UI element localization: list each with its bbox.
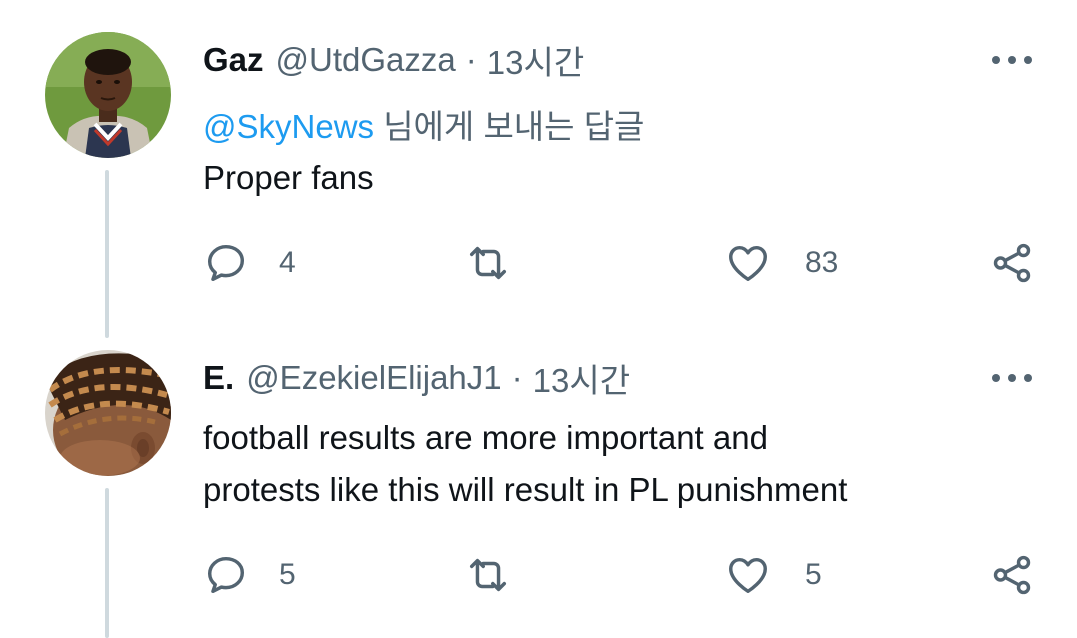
reply-button[interactable]: 4 [203,238,296,288]
like-count: 5 [805,558,822,591]
avatar[interactable] [45,350,171,476]
tweet-actions: 5 5 [203,550,1043,600]
share-icon [993,555,1031,595]
tweet-text-line: football results are more important and [203,419,768,456]
reply-context: @SkyNews 님에게 보내는 답글 [203,100,644,148]
timestamp[interactable]: 13시간 [487,36,584,84]
share-button[interactable] [989,238,1035,288]
tweet-text: Proper fans [203,152,374,204]
tweet-text: football results are more important and … [203,412,847,516]
separator: · [511,359,523,396]
more-icon[interactable] [990,368,1034,388]
reply-count: 4 [279,246,296,279]
reply-to-handle[interactable]: @SkyNews [203,108,374,145]
thread-line [105,488,109,638]
avatar-photo [45,350,171,476]
tweet-header: E. @EzekielElijahJ1 · 13시간 [203,356,630,400]
display-name[interactable]: E. [203,359,234,397]
tweet-text-line: Proper fans [203,159,374,196]
reply-icon [207,556,245,594]
separator: · [465,41,477,78]
user-handle[interactable]: @EzekielElijahJ1 [246,359,501,397]
retweet-button[interactable] [465,238,511,288]
reply-icon [207,244,245,282]
share-button[interactable] [989,550,1035,600]
like-button[interactable]: 83 [725,238,838,288]
like-button[interactable]: 5 [725,550,822,600]
retweet-icon [469,558,507,592]
retweet-button[interactable] [465,550,511,600]
avatar[interactable] [45,32,171,158]
retweet-icon [469,246,507,280]
reply-count: 5 [279,558,296,591]
more-icon[interactable] [990,50,1034,70]
reply-to-suffix: 님에게 보내는 답글 [374,108,645,145]
like-count: 83 [805,246,839,279]
reply-button[interactable]: 5 [203,550,296,600]
like-icon [729,557,767,594]
tweet-header: Gaz @UtdGazza · 13시간 [203,38,584,82]
tweet-text-line: protests like this will result in PL pun… [203,471,848,508]
share-icon [993,243,1031,283]
display-name[interactable]: Gaz [203,41,264,79]
user-handle[interactable]: @UtdGazza [276,41,456,79]
timestamp[interactable]: 13시간 [533,354,630,402]
tweet-actions: 4 83 [203,238,1043,288]
thread-line [105,170,109,338]
like-icon [729,245,767,282]
avatar-photo [45,32,171,158]
